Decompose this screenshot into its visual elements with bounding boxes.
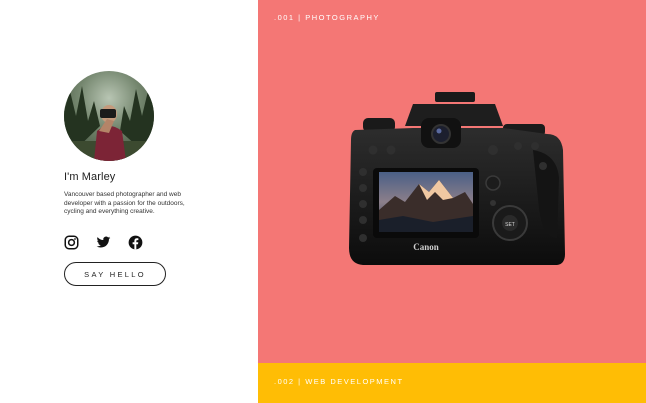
twitter-icon[interactable] (96, 235, 111, 250)
avatar-photo (64, 86, 154, 161)
web-development-label[interactable]: .002 | WEB DEVELOPMENT (274, 377, 404, 386)
profile-name: I'm Marley (64, 171, 116, 183)
say-hello-button[interactable]: SAY HELLO (64, 262, 166, 286)
photography-label[interactable]: .001 | PHOTOGRAPHY (274, 13, 380, 22)
social-links (64, 235, 143, 250)
set-button-label: SET (505, 222, 515, 228)
photography-panel[interactable]: .001 | PHOTOGRAPHY Canon SET (258, 0, 646, 363)
avatar (64, 71, 154, 161)
profile-sidebar: I'm Marley Vancouver based photographer … (0, 0, 258, 403)
instagram-icon[interactable] (64, 235, 79, 250)
facebook-icon[interactable] (128, 235, 143, 250)
camera-image: Canon SET (349, 92, 565, 265)
profile-bio: Vancouver based photographer and web dev… (64, 191, 185, 215)
web-development-panel[interactable]: .002 | WEB DEVELOPMENT (258, 363, 646, 403)
camera-brand: Canon (413, 242, 439, 252)
